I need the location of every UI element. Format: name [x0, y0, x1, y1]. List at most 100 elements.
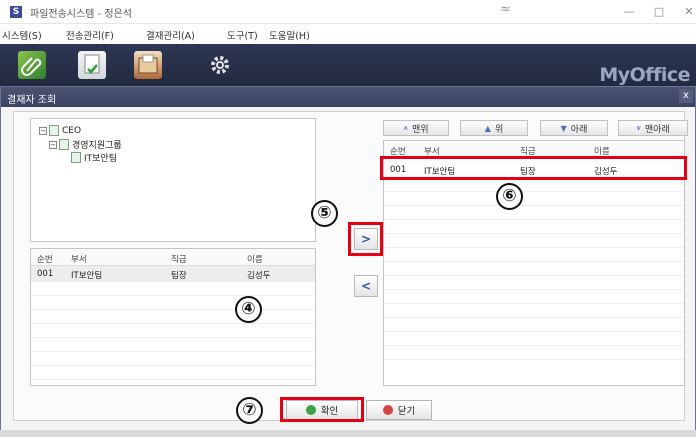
- table-row[interactable]: 001 IT보안팀 팀장 김성두: [31, 266, 315, 282]
- empty-row: [384, 346, 684, 360]
- gear-icon[interactable]: [206, 51, 234, 79]
- col-num: 순번: [37, 255, 53, 265]
- move-top-icon: ⩚: [403, 123, 408, 132]
- ok-button[interactable]: 확인: [286, 400, 358, 420]
- tree-node-label: IT보안팀: [84, 154, 117, 164]
- empty-row: [384, 332, 684, 346]
- collapse-icon[interactable]: −: [49, 140, 57, 149]
- empty-row: [384, 234, 684, 248]
- tree-node-label: 경영지원그룹: [72, 141, 122, 151]
- toolbar: MyOffice: [0, 44, 696, 86]
- empty-row: [384, 248, 684, 262]
- col-rank: 직급: [171, 255, 187, 265]
- empty-row: [31, 352, 315, 366]
- cell-name: 김성두: [594, 167, 618, 177]
- empty-row: [384, 178, 684, 192]
- add-approver-button[interactable]: >: [354, 228, 378, 250]
- move-up-label: 위: [494, 124, 504, 135]
- maximize-button[interactable]: □: [650, 3, 668, 21]
- empty-row: [384, 290, 684, 304]
- mail-folder-icon[interactable]: [134, 51, 162, 79]
- empty-row: [31, 296, 315, 310]
- menubar: 시스템(S) 전송관리(F) 결재관리(A) 도구(T) 도움말(H): [0, 24, 696, 44]
- callout-6: ⑥: [496, 183, 523, 210]
- app-icon: S: [10, 6, 22, 18]
- tree-node-management[interactable]: − 경영지원그룹: [49, 138, 122, 151]
- callout-4: ④: [235, 296, 262, 323]
- col-name: 이름: [247, 255, 263, 265]
- grid-header: 순번 부서 직급 이름: [384, 141, 684, 158]
- cell-dept: IT보안팀: [71, 271, 103, 281]
- move-down-button[interactable]: ▼ 아래: [540, 120, 608, 136]
- col-dept: 부서: [71, 255, 87, 265]
- close-window-button[interactable]: ✕: [680, 3, 696, 21]
- tree-node-label: CEO: [62, 125, 82, 136]
- cell-dept: IT보안팀: [424, 167, 456, 177]
- col-dept: 부서: [424, 147, 440, 157]
- close-button[interactable]: 닫기: [366, 400, 432, 420]
- dialog-titlebar: 결재자 조회 x: [1, 87, 695, 107]
- empty-row: [384, 304, 684, 318]
- move-down-label: 아래: [570, 124, 588, 135]
- ok-label: 확인: [320, 406, 339, 417]
- taskbar-strip: [0, 430, 696, 437]
- window-title: 파일전송시스템 - 정은석: [30, 9, 132, 20]
- dialog-title: 결재자 조회: [7, 95, 57, 106]
- tree-node-it-security[interactable]: IT보안팀: [71, 151, 117, 164]
- folder-icon: [49, 125, 59, 136]
- close-label: 닫기: [397, 406, 416, 417]
- member-grid[interactable]: 순번 부서 직급 이름 001 IT보안팀 팀장 김성두: [30, 248, 316, 386]
- remove-approver-button[interactable]: <: [354, 275, 378, 297]
- check-icon: [305, 405, 316, 415]
- folder-icon: [71, 152, 81, 163]
- menu-system[interactable]: 시스템(S): [2, 28, 42, 42]
- empty-row: [31, 338, 315, 352]
- empty-row: [384, 262, 684, 276]
- move-top-button[interactable]: ⩚ 맨위: [383, 120, 449, 136]
- table-row[interactable]: 001 IT보안팀 팀장 김성두: [384, 162, 684, 178]
- empty-row: [31, 366, 315, 380]
- approver-grid[interactable]: 순번 부서 직급 이름 001 IT보안팀 팀장 김성두: [383, 140, 685, 386]
- titlebar-logo-icon: ≈: [500, 2, 511, 17]
- col-num: 순번: [390, 147, 406, 157]
- empty-row: [384, 318, 684, 332]
- arrow-down-icon: ▼: [560, 123, 567, 133]
- empty-row: [31, 324, 315, 338]
- cell-num: 001: [390, 165, 407, 175]
- move-bottom-button[interactable]: ⩛ 맨아래: [618, 120, 688, 136]
- document-check-icon[interactable]: [78, 51, 106, 79]
- minimize-button[interactable]: —: [620, 3, 638, 21]
- move-bottom-label: 맨아래: [644, 124, 670, 135]
- col-rank: 직급: [520, 147, 536, 157]
- arrow-up-icon: ▲: [484, 123, 491, 133]
- menu-help[interactable]: 도움말(H): [269, 28, 310, 42]
- empty-row: [384, 276, 684, 290]
- grid-header: 순번 부서 직급 이름: [31, 249, 315, 266]
- callout-7: ⑦: [236, 397, 263, 424]
- folder-icon: [59, 139, 69, 150]
- collapse-icon[interactable]: −: [39, 126, 47, 135]
- dialog-close-button[interactable]: x: [679, 89, 693, 103]
- empty-row: [384, 206, 684, 220]
- paperclip-icon[interactable]: [18, 51, 46, 79]
- cell-rank: 팀장: [520, 167, 536, 177]
- window-titlebar: S 파일전송시스템 - 정은석 ≈ — □ ✕: [0, 0, 696, 24]
- move-bottom-icon: ⩛: [636, 123, 641, 132]
- col-name: 이름: [594, 147, 610, 157]
- empty-row: [384, 220, 684, 234]
- empty-row: [31, 310, 315, 324]
- cell-rank: 팀장: [171, 271, 187, 281]
- callout-5: ⑤: [311, 200, 338, 227]
- close-circle-icon: [382, 405, 393, 415]
- cell-num: 001: [37, 269, 54, 279]
- brand-logo: MyOffice: [599, 64, 690, 86]
- menu-tools[interactable]: 도구(T): [227, 28, 258, 42]
- menu-transfer[interactable]: 전송관리(F): [66, 28, 114, 42]
- empty-row: [31, 282, 315, 296]
- empty-row: [384, 192, 684, 206]
- tree-node-ceo[interactable]: − CEO: [39, 125, 81, 136]
- org-tree[interactable]: − CEO − 경영지원그룹 IT보안팀: [30, 118, 316, 242]
- move-up-button[interactable]: ▲ 위: [460, 120, 528, 136]
- menu-approval[interactable]: 결재관리(A): [146, 28, 195, 42]
- cell-name: 김성두: [247, 271, 271, 281]
